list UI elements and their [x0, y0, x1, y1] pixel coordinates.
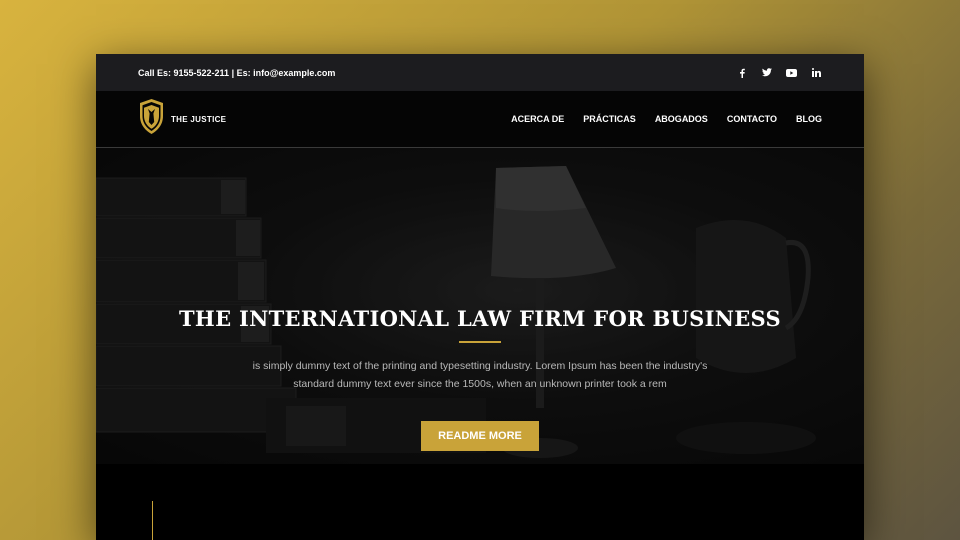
social-links	[736, 67, 822, 78]
brand-name: THE JUSTICE	[171, 114, 227, 124]
browser-page: Call Es: 9155-522-211 | Es: info@example…	[96, 54, 864, 540]
contact-info: Call Es: 9155-522-211 | Es: info@example…	[138, 67, 336, 78]
readme-more-button[interactable]: README MORE	[421, 421, 539, 451]
linkedin-icon[interactable]	[811, 67, 822, 78]
main-navigation: THE JUSTICE ACERCA DE PRÁCTICAS ABOGADOS…	[96, 91, 864, 148]
hero-section: THE INTERNATIONAL LAW FIRM FOR BUSINESS …	[96, 148, 864, 464]
brand[interactable]: THE JUSTICE	[138, 98, 226, 140]
facebook-icon[interactable]	[736, 67, 747, 78]
hero-title: THE INTERNATIONAL LAW FIRM FOR BUSINESS	[179, 306, 781, 331]
nav-item-acerca-de[interactable]: ACERCA DE	[511, 114, 564, 124]
nav-item-abogados[interactable]: ABOGADOS	[655, 114, 708, 124]
twitter-icon[interactable]	[761, 67, 772, 78]
title-divider	[459, 341, 501, 343]
next-section	[96, 464, 864, 540]
hero-description: is simply dummy text of the printing and…	[252, 360, 708, 390]
hero-content: THE INTERNATIONAL LAW FIRM FOR BUSINESS …	[96, 306, 864, 451]
accent-line	[152, 501, 153, 540]
youtube-icon[interactable]	[786, 67, 797, 78]
top-info-bar: Call Es: 9155-522-211 | Es: info@example…	[96, 54, 864, 91]
nav-menu: ACERCA DE PRÁCTICAS ABOGADOS CONTACTO BL…	[511, 114, 822, 124]
nav-item-practicas[interactable]: PRÁCTICAS	[583, 114, 636, 124]
nav-item-contacto[interactable]: CONTACTO	[727, 114, 777, 124]
justice-shield-logo-icon	[138, 98, 165, 140]
nav-item-blog[interactable]: BLOG	[796, 114, 822, 124]
